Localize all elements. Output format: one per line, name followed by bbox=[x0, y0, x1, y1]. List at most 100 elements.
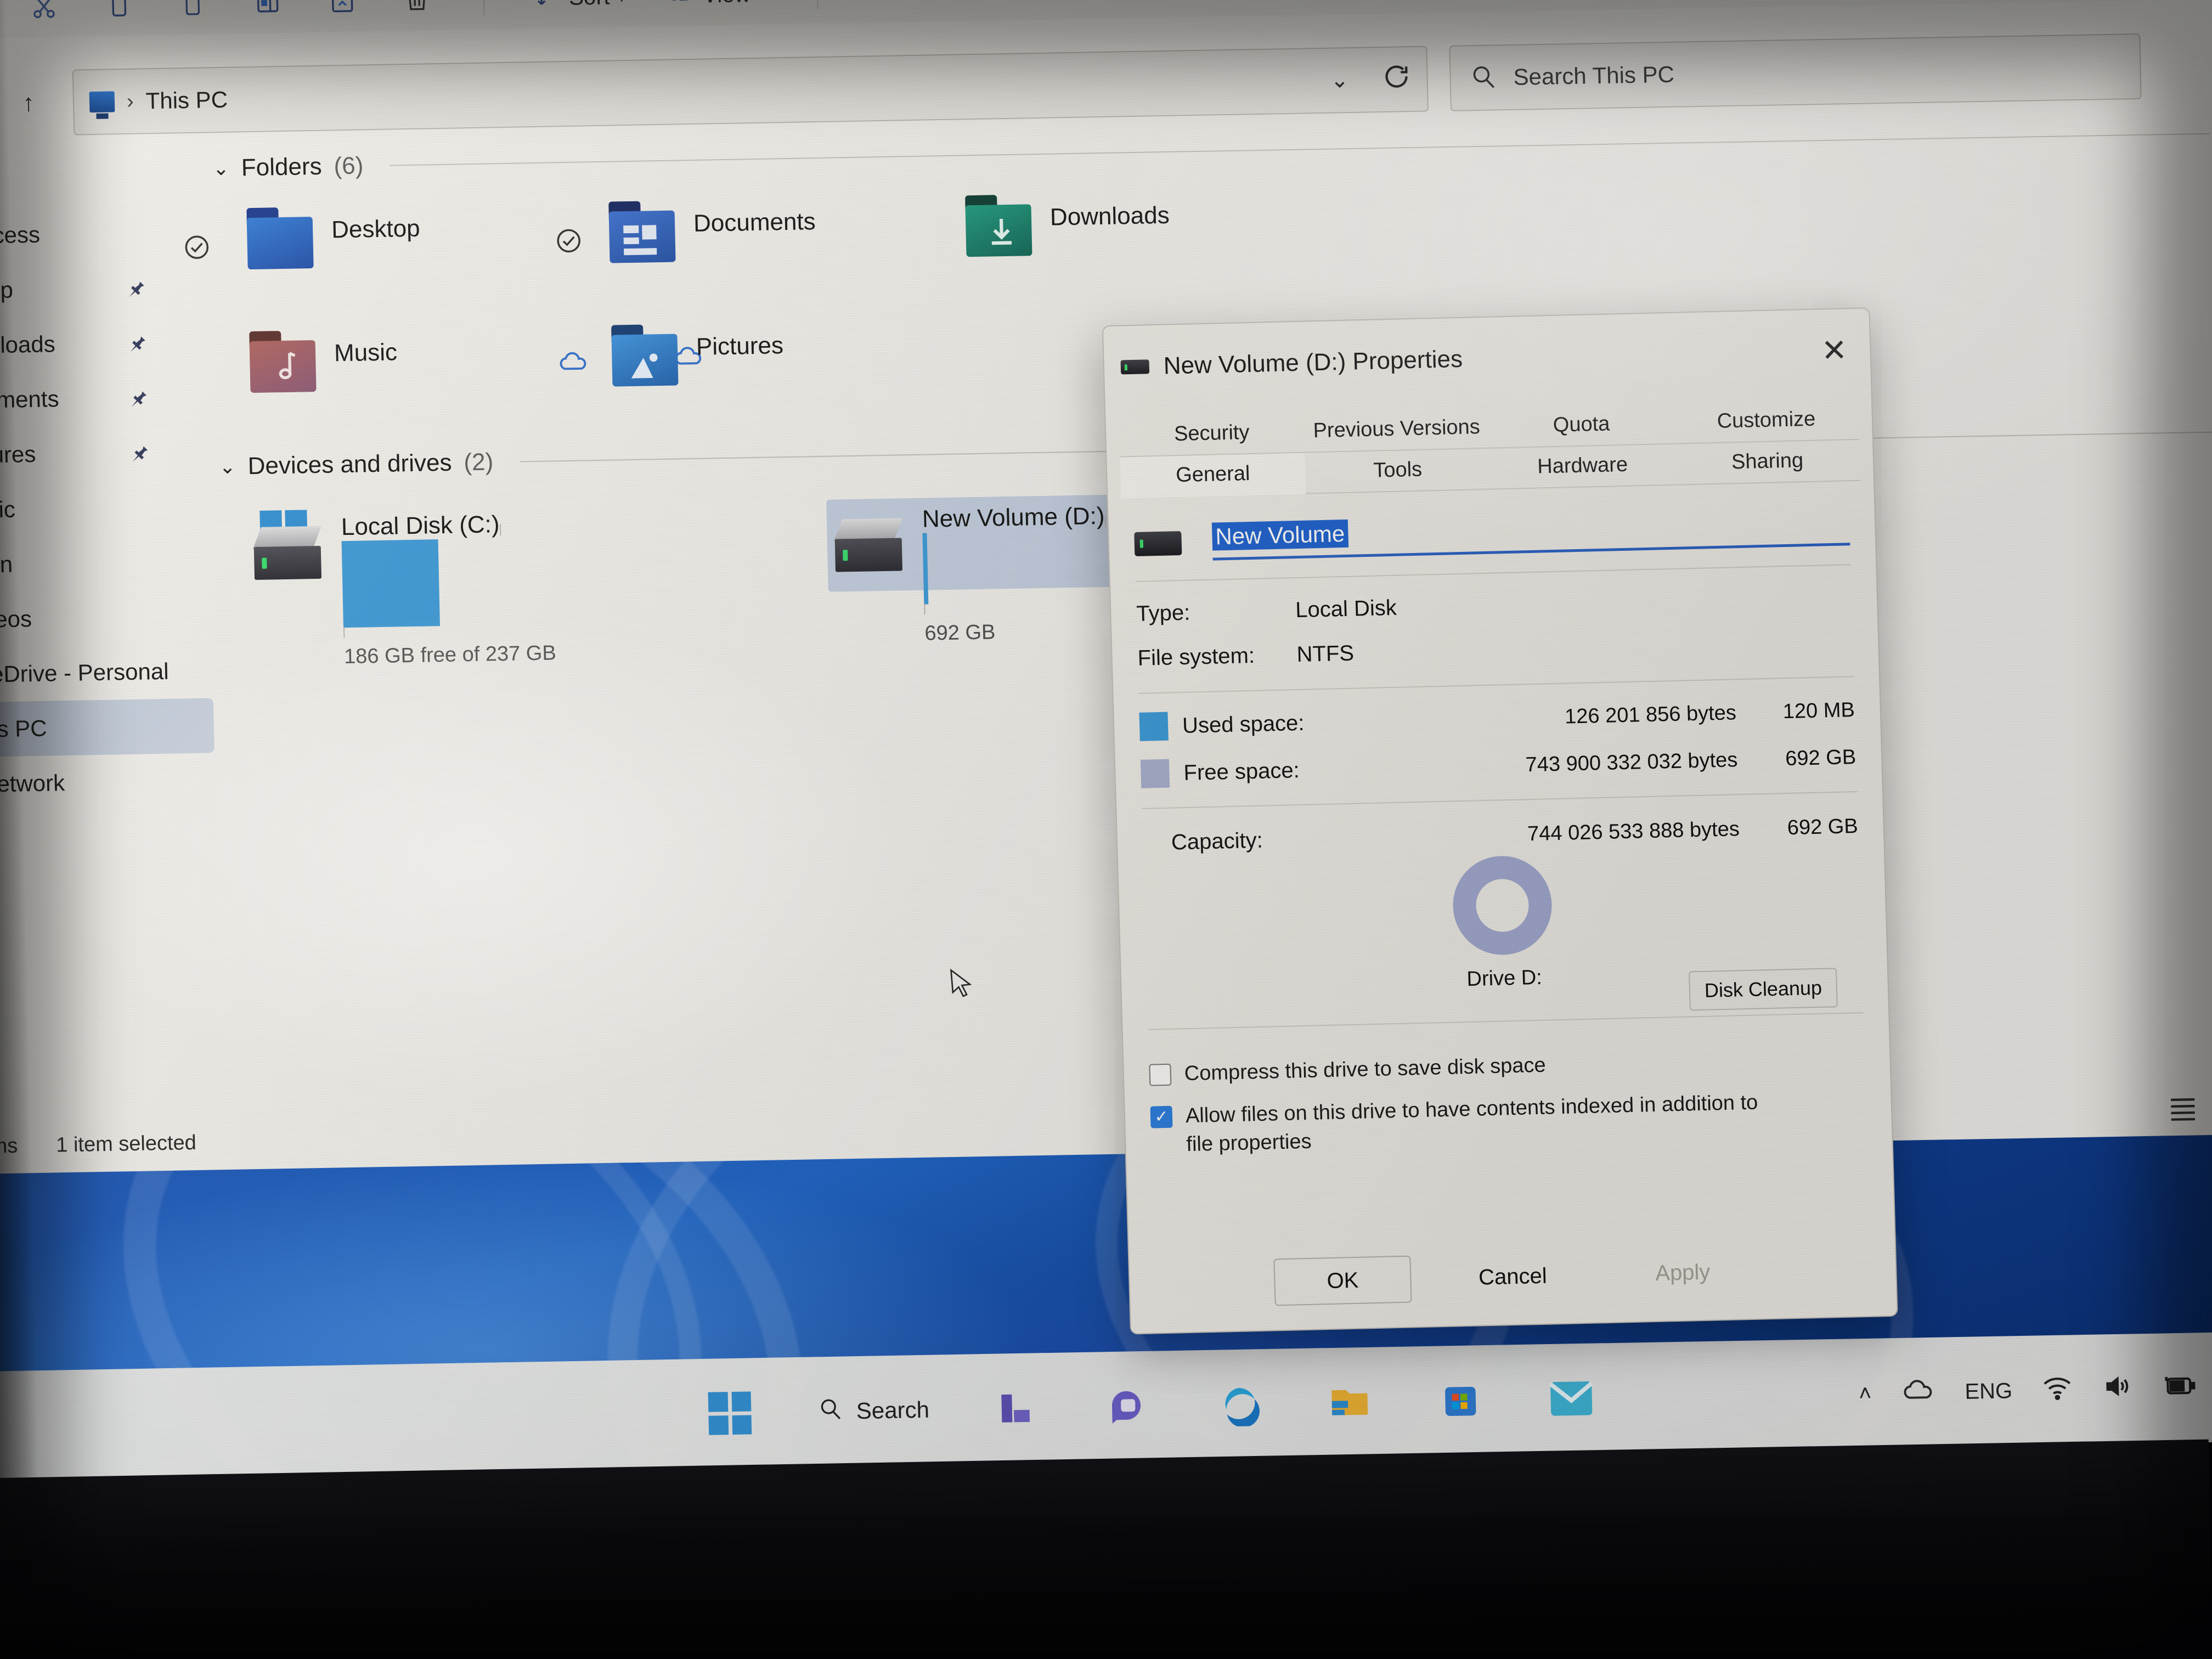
sidebar-item-desktop[interactable]: ktop bbox=[0, 259, 205, 318]
index-contents-checkbox[interactable]: ✓ bbox=[1150, 1105, 1173, 1128]
tab-tools[interactable]: Tools bbox=[1305, 448, 1491, 494]
rename-icon[interactable] bbox=[251, 0, 284, 19]
folder-name: Downloads bbox=[1049, 201, 1170, 231]
filesystem-value: NTFS bbox=[1296, 641, 1355, 667]
start-button[interactable] bbox=[707, 1390, 754, 1436]
view-label: View bbox=[702, 0, 751, 8]
hard-drive-icon bbox=[252, 510, 326, 586]
drive-usage-bar bbox=[341, 524, 804, 639]
up-button[interactable]: ↑ bbox=[3, 89, 53, 117]
paste-icon[interactable] bbox=[177, 0, 210, 20]
compress-drive-checkbox[interactable] bbox=[1149, 1063, 1172, 1086]
folder-tile-downloads[interactable]: Downloads bbox=[965, 183, 1461, 293]
drive-free-space: 186 GB free of 237 GB bbox=[343, 641, 557, 669]
tray-chevron-up-icon[interactable]: ˄ bbox=[1859, 1381, 1872, 1406]
dialog-button-row: OK Cancel Apply bbox=[1129, 1244, 1896, 1310]
index-contents-checkbox-row[interactable]: ✓ Allow files on this drive to have cont… bbox=[1150, 1086, 1866, 1159]
capacity-bytes: 744 026 533 888 bytes bbox=[1527, 817, 1740, 846]
pin-icon bbox=[122, 274, 146, 301]
delete-icon[interactable] bbox=[400, 0, 433, 16]
tab-quota[interactable]: Quota bbox=[1488, 403, 1675, 449]
chevron-down-icon[interactable]: ⌄ bbox=[212, 157, 229, 180]
sidebar-item-scan[interactable]: can bbox=[0, 533, 211, 592]
sidebar-item-this-pc[interactable]: his PC bbox=[0, 698, 215, 757]
sidebar-item-documents[interactable]: cuments bbox=[0, 369, 207, 427]
speaker-icon[interactable] bbox=[2102, 1373, 2133, 1404]
wifi-icon[interactable] bbox=[2041, 1374, 2073, 1406]
task-view-icon[interactable] bbox=[994, 1385, 1041, 1431]
sidebar-item-label: his PC bbox=[0, 715, 48, 742]
sidebar-item-quick-access[interactable]: access bbox=[0, 205, 204, 263]
drive-icon-large bbox=[1134, 531, 1182, 556]
breadcrumb[interactable]: This PC bbox=[145, 87, 228, 115]
view-button[interactable]: View ▾ bbox=[668, 0, 767, 12]
capacity-row: Capacity: 744 026 533 888 bytes 692 GB bbox=[1142, 814, 1858, 856]
sidebar-item-label: ideos bbox=[0, 606, 32, 633]
close-icon[interactable]: ✕ bbox=[1814, 331, 1854, 370]
mail-icon[interactable] bbox=[1548, 1375, 1595, 1422]
search-icon bbox=[1469, 63, 1497, 93]
divider bbox=[1138, 676, 1854, 694]
address-dropdown-icon[interactable]: ⌄ bbox=[1330, 67, 1350, 93]
sidebar-item-label: can bbox=[0, 551, 13, 578]
drive-tile-local-disk-c[interactable]: Local Disk (C:) 186 GB free of 237 GB bbox=[252, 500, 804, 668]
sidebar-item-network[interactable]: Network bbox=[0, 753, 216, 811]
folder-documents-icon bbox=[608, 200, 680, 267]
compress-drive-checkbox-row[interactable]: Compress this drive to save disk space bbox=[1149, 1044, 1865, 1089]
share-icon[interactable] bbox=[326, 0, 358, 18]
microsoft-store-icon[interactable] bbox=[1437, 1377, 1484, 1424]
sort-button[interactable]: Sort ▾ bbox=[534, 0, 626, 14]
folder-downloads-icon bbox=[965, 194, 1037, 261]
drive-icon bbox=[1120, 359, 1150, 375]
file-explorer-icon[interactable] bbox=[1326, 1379, 1373, 1426]
sidebar-item-label: neDrive - Personal bbox=[0, 658, 169, 687]
sidebar-item-videos[interactable]: ideos bbox=[0, 588, 212, 647]
teams-chat-icon[interactable] bbox=[1104, 1383, 1152, 1430]
type-label: Type: bbox=[1136, 600, 1190, 626]
volume-name-input[interactable]: New Volume bbox=[1211, 509, 1850, 561]
tab-customize[interactable]: Customize bbox=[1673, 398, 1860, 444]
refresh-icon[interactable] bbox=[1381, 61, 1412, 97]
free-space-label: Free space: bbox=[1183, 758, 1300, 785]
disk-cleanup-button[interactable]: Disk Cleanup bbox=[1688, 968, 1838, 1011]
ok-button[interactable]: OK bbox=[1273, 1255, 1412, 1306]
dialog-tabs[interactable]: Security Previous Versions Quota Customi… bbox=[1105, 391, 1874, 499]
tab-security[interactable]: Security bbox=[1119, 411, 1305, 458]
sidebar-item-label: usic bbox=[0, 496, 16, 523]
drive-properties-dialog: New Volume (D:) Properties ✕ Security Pr… bbox=[1102, 307, 1898, 1335]
sidebar-item-downloads[interactable]: wnloads bbox=[0, 314, 206, 373]
battery-charging-icon[interactable] bbox=[2162, 1373, 2197, 1403]
capacity-chart-area: Drive D: Disk Cleanup bbox=[1143, 848, 1863, 1024]
used-space-swatch bbox=[1139, 712, 1169, 741]
system-tray[interactable]: ˄ ENG bbox=[1858, 1331, 2212, 1448]
chevron-down-icon[interactable]: ⌄ bbox=[219, 455, 236, 479]
sidebar-item-music[interactable]: usic bbox=[0, 478, 210, 537]
copy-icon[interactable] bbox=[103, 0, 135, 22]
address-bar[interactable]: › This PC ⌄ bbox=[72, 46, 1429, 136]
tab-hardware[interactable]: Hardware bbox=[1489, 444, 1676, 490]
sidebar-item-pictures[interactable]: ctures bbox=[0, 424, 208, 482]
more-options-button[interactable]: ••• bbox=[868, 0, 906, 6]
navigation-pane[interactable]: access ktop wnloads cuments ctures usic … bbox=[0, 155, 222, 1119]
sync-check-icon bbox=[554, 226, 583, 255]
edge-browser-icon[interactable] bbox=[1215, 1381, 1262, 1427]
search-input[interactable]: Search This PC bbox=[1449, 33, 2142, 111]
filesystem-label: File system: bbox=[1137, 643, 1255, 670]
folder-tile-pictures[interactable]: Pictures bbox=[560, 312, 1107, 422]
tab-sharing[interactable]: Sharing bbox=[1674, 439, 1861, 486]
taskbar-search-button[interactable]: Search bbox=[817, 1395, 929, 1427]
tab-general[interactable]: General bbox=[1120, 453, 1306, 499]
sidebar-item-onedrive[interactable]: neDrive - Personal bbox=[0, 643, 213, 702]
details-view-icon[interactable] bbox=[2166, 1094, 2199, 1122]
tab-previous-versions[interactable]: Previous Versions bbox=[1304, 407, 1490, 453]
onedrive-cloud-icon[interactable] bbox=[1901, 1378, 1936, 1408]
free-space-size: 692 GB bbox=[1785, 745, 1857, 770]
folder-name: Music bbox=[334, 338, 398, 367]
cancel-button[interactable]: Cancel bbox=[1443, 1251, 1582, 1302]
drives-group-title: Devices and drives bbox=[247, 449, 452, 480]
cut-icon[interactable] bbox=[28, 0, 60, 23]
tray-language[interactable]: ENG bbox=[1965, 1379, 2013, 1404]
sidebar-item-label: ktop bbox=[0, 276, 14, 303]
free-space-row: Free space: 743 900 332 032 bytes 692 GB bbox=[1140, 743, 1857, 788]
type-value: Local Disk bbox=[1295, 595, 1397, 623]
